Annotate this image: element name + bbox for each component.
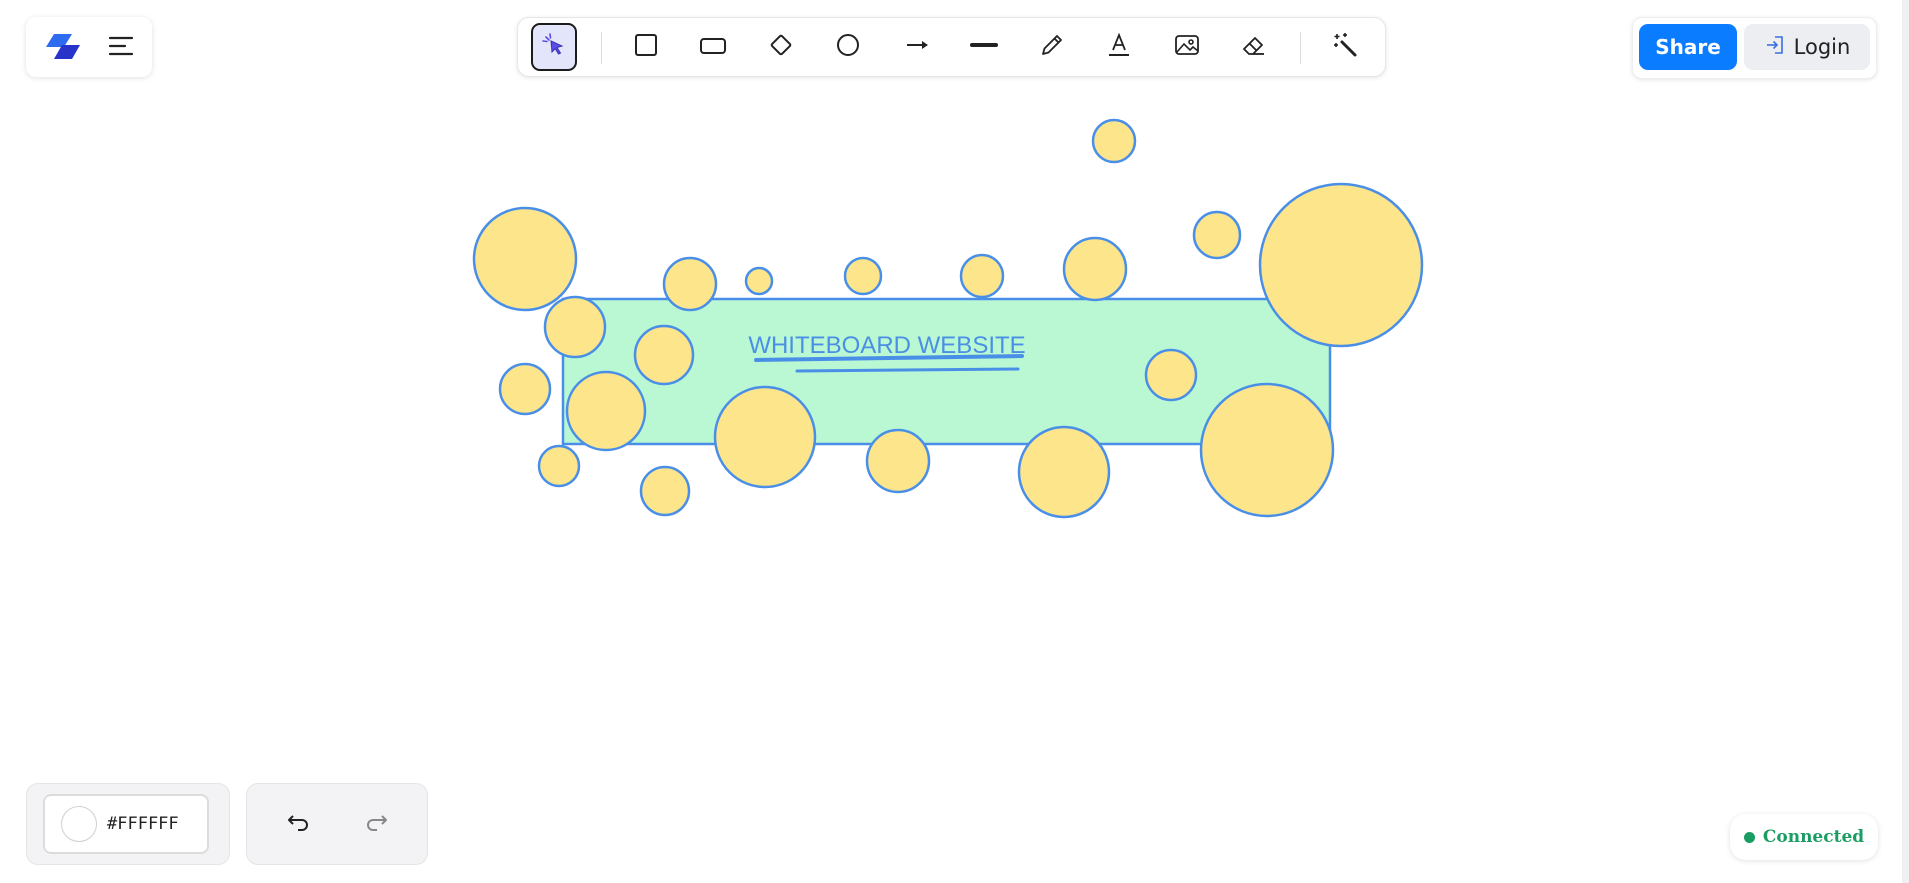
tool-line[interactable]	[961, 23, 1007, 71]
circle-shape[interactable]	[472, 206, 578, 312]
circle-shape[interactable]	[865, 428, 931, 494]
diamond-icon	[766, 30, 796, 65]
share-button[interactable]: Share	[1639, 24, 1737, 70]
text-icon	[1105, 31, 1133, 64]
circle-shape[interactable]	[633, 324, 695, 386]
circle-shape[interactable]	[1062, 236, 1128, 302]
circle-shape[interactable]	[498, 362, 552, 416]
tool-arrow[interactable]	[894, 23, 940, 71]
circle-shape[interactable]	[1091, 118, 1137, 164]
magic-wand-icon	[1330, 30, 1360, 65]
pencil-icon	[1038, 31, 1066, 64]
tool-image[interactable]	[1164, 23, 1210, 71]
circle-shape[interactable]	[744, 266, 774, 296]
color-picker[interactable]: #FFFFFF	[43, 794, 209, 854]
circle-shape[interactable]	[713, 385, 817, 489]
eraser-icon	[1240, 31, 1268, 64]
circle-shape[interactable]	[537, 444, 581, 488]
drawing-toolbar	[517, 17, 1386, 77]
top-right-panel: Share Login	[1632, 17, 1877, 79]
tool-circle[interactable]	[825, 23, 871, 71]
circle-shape[interactable]	[565, 370, 647, 452]
tool-rectangle[interactable]	[690, 23, 736, 71]
status-dot-icon	[1743, 831, 1755, 843]
tool-text[interactable]	[1096, 23, 1142, 71]
tool-diamond[interactable]	[758, 23, 804, 71]
color-value: #FFFFFF	[107, 814, 179, 834]
tool-magic[interactable]	[1322, 23, 1368, 71]
tool-square[interactable]	[623, 23, 669, 71]
circle-shape[interactable]	[1144, 348, 1198, 402]
cursor-sparkle-icon	[540, 31, 568, 64]
tool-eraser[interactable]	[1231, 23, 1277, 71]
hamburger-menu-icon[interactable]	[104, 29, 138, 63]
arrow-right-icon	[903, 31, 931, 64]
whiteboard-page: WHITEBOARD WEBSITE Share Login #FFFFFF C…	[0, 0, 1909, 883]
color-panel: #FFFFFF	[26, 783, 230, 865]
circle-shape[interactable]	[639, 465, 691, 517]
top-left-panel	[26, 17, 152, 77]
undo-icon	[286, 811, 312, 838]
color-swatch	[61, 806, 97, 842]
app-logo-icon[interactable]	[42, 31, 86, 63]
circle-icon	[834, 31, 862, 64]
circle-shape[interactable]	[1017, 425, 1111, 519]
login-icon	[1764, 34, 1786, 61]
history-panel	[246, 783, 428, 865]
circle-shape[interactable]	[1258, 182, 1424, 348]
tool-pencil[interactable]	[1029, 23, 1075, 71]
circle-shape[interactable]	[843, 256, 883, 296]
drawing-canvas[interactable]: WHITEBOARD WEBSITE	[0, 0, 1909, 883]
toolbar-separator	[601, 32, 602, 64]
redo-icon	[363, 811, 389, 838]
login-label: Login	[1793, 35, 1851, 59]
circle-shape[interactable]	[1192, 210, 1242, 260]
circle-shape[interactable]	[543, 295, 607, 359]
connection-status-badge: Connected	[1730, 814, 1878, 860]
rectangle-icon	[698, 31, 728, 64]
underline-stroke-2[interactable]	[795, 367, 1020, 373]
image-icon	[1173, 31, 1201, 64]
login-button[interactable]: Login	[1744, 24, 1870, 70]
circle-shape[interactable]	[959, 253, 1005, 299]
tool-select[interactable]	[531, 23, 577, 71]
status-label: Connected	[1762, 827, 1865, 847]
scrollbar[interactable]	[1902, 0, 1909, 883]
redo-button[interactable]	[356, 804, 396, 844]
toolbar-separator	[1300, 32, 1301, 64]
line-icon	[969, 31, 999, 64]
circle-shape[interactable]	[662, 256, 718, 312]
square-icon	[632, 31, 660, 64]
circle-shape[interactable]	[1199, 382, 1335, 518]
undo-button[interactable]	[279, 804, 319, 844]
